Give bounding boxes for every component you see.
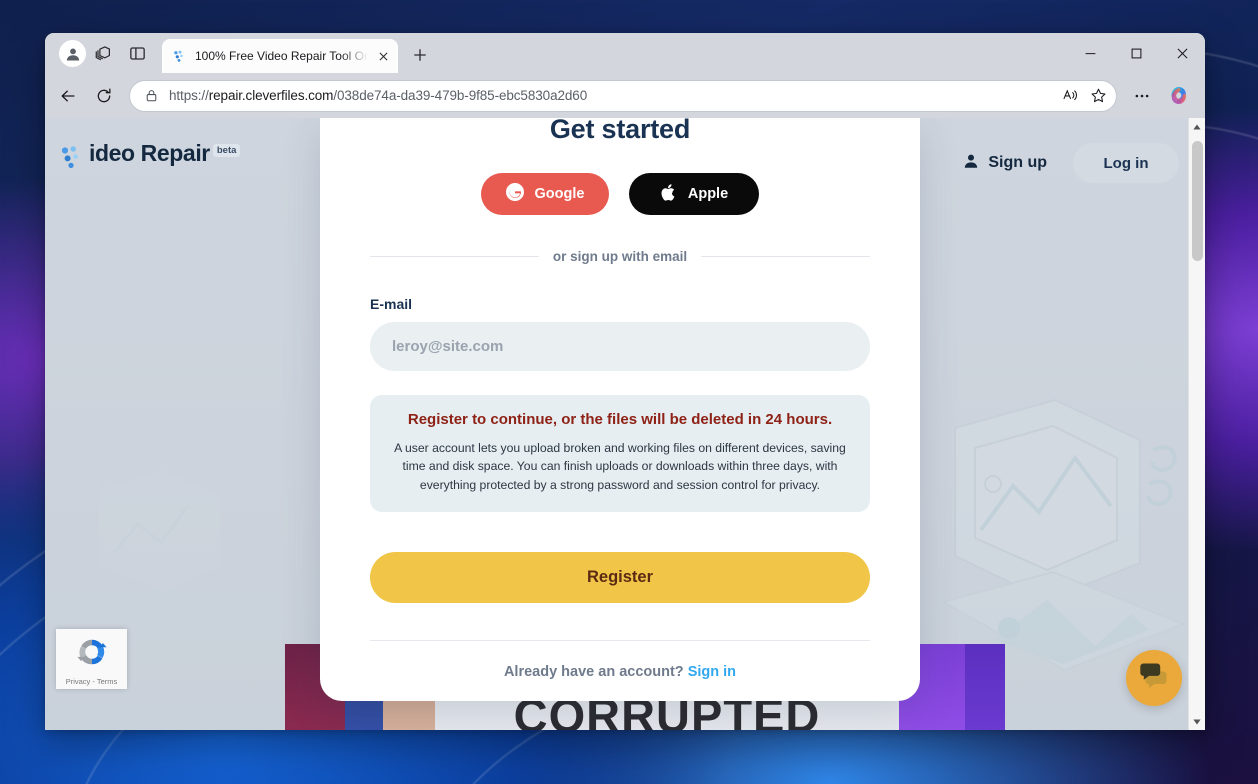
footer-divider bbox=[370, 640, 870, 642]
new-tab-button[interactable] bbox=[405, 40, 435, 70]
browser-tab-title: 100% Free Video Repair Tool Onli bbox=[195, 49, 368, 63]
refresh-button[interactable] bbox=[87, 79, 121, 113]
bg-headline-text: CORRUPTED bbox=[513, 689, 821, 730]
signin-link[interactable]: Sign in bbox=[688, 664, 736, 680]
notice-title: Register to continue, or the files will … bbox=[407, 411, 833, 428]
split-screen-icon[interactable] bbox=[120, 36, 154, 70]
divider-text: or sign up with email bbox=[552, 249, 688, 264]
browser-tab[interactable]: 100% Free Video Repair Tool Onli bbox=[162, 39, 398, 73]
decor-illustration-watermark bbox=[87, 441, 247, 621]
site-logo[interactable]: ideo Repair beta bbox=[60, 140, 241, 177]
browser-toolbar: https://repair.cleverfiles.com/038de74a-… bbox=[45, 73, 1205, 118]
divider-line bbox=[370, 256, 539, 257]
email-field-label: E-mail bbox=[370, 296, 413, 312]
recaptcha-text: Privacy - Terms bbox=[65, 677, 118, 686]
scroll-up-arrow-icon[interactable] bbox=[1189, 118, 1206, 135]
favorite-star-icon[interactable] bbox=[1084, 82, 1112, 110]
divider-line bbox=[701, 256, 871, 257]
address-bar[interactable]: https://repair.cleverfiles.com/038de74a-… bbox=[129, 79, 1117, 112]
social-login-group: Google Apple bbox=[370, 173, 870, 215]
bg-color-swatch bbox=[965, 644, 1005, 730]
signin-prompt: Already have an account? bbox=[503, 664, 684, 681]
window-controls bbox=[1067, 33, 1205, 73]
tab-collections-icon[interactable] bbox=[86, 36, 120, 70]
back-button[interactable] bbox=[51, 79, 85, 113]
apple-signup-label: Apple bbox=[687, 186, 729, 202]
google-signup-label: Google bbox=[534, 186, 585, 202]
beta-badge: beta bbox=[212, 144, 241, 157]
recaptcha-badge[interactable]: Privacy - Terms bbox=[56, 629, 127, 689]
close-window-button[interactable] bbox=[1159, 33, 1205, 73]
read-aloud-icon[interactable] bbox=[1056, 82, 1084, 110]
profile-avatar-icon[interactable] bbox=[59, 40, 86, 67]
signup-link[interactable]: Sign up bbox=[963, 153, 1047, 174]
login-button[interactable]: Log in bbox=[1073, 143, 1179, 183]
apple-signup-button[interactable]: Apple bbox=[629, 173, 759, 215]
signup-label: Sign up bbox=[988, 154, 1047, 171]
page-scrollbar[interactable] bbox=[1188, 118, 1205, 730]
register-button[interactable]: Register bbox=[370, 552, 870, 604]
page-viewport: CORRUPTED ideo Repair beta Sign up Log i… bbox=[45, 118, 1205, 730]
person-icon bbox=[963, 153, 979, 174]
recaptcha-icon bbox=[75, 635, 109, 674]
video-repair-favicon bbox=[172, 48, 188, 64]
settings-more-icon[interactable] bbox=[1125, 79, 1159, 113]
browser-window: 100% Free Video Repair Tool Onli https:/… bbox=[45, 33, 1205, 730]
email-input[interactable] bbox=[370, 322, 870, 371]
google-signup-button[interactable]: Google bbox=[481, 173, 609, 215]
address-bar-url: https://repair.cleverfiles.com/038de74a-… bbox=[169, 88, 588, 103]
maximize-button[interactable] bbox=[1113, 33, 1159, 73]
chat-widget-button[interactable] bbox=[1126, 650, 1182, 706]
google-icon bbox=[505, 183, 524, 205]
desktop-wallpaper: 100% Free Video Repair Tool Onli https:/… bbox=[0, 0, 1258, 784]
minimize-button[interactable] bbox=[1067, 33, 1113, 73]
site-auth-controls: Sign up Log in bbox=[963, 143, 1179, 183]
signup-modal: Get started Google Apple or sign up with… bbox=[320, 118, 920, 701]
registration-notice: Register to continue, or the files will … bbox=[370, 395, 870, 513]
close-tab-icon[interactable] bbox=[375, 48, 392, 65]
apple-icon bbox=[660, 183, 677, 206]
scrollbar-thumb[interactable] bbox=[1191, 141, 1203, 261]
lock-icon bbox=[142, 87, 160, 105]
notice-body: A user account lets you upload broken an… bbox=[394, 440, 846, 492]
signin-footer: Already have an account? Sign in bbox=[370, 664, 870, 680]
email-divider: or sign up with email bbox=[370, 249, 871, 264]
scroll-down-arrow-icon[interactable] bbox=[1189, 713, 1206, 730]
browser-tab-strip: 100% Free Video Repair Tool Onli bbox=[45, 33, 1205, 73]
site-logo-wordmark: ideo Repair bbox=[89, 140, 210, 166]
video-repair-logomark-icon bbox=[60, 144, 88, 177]
modal-heading: Get started bbox=[549, 118, 691, 144]
scrollbar-track[interactable] bbox=[1189, 135, 1206, 713]
copilot-icon[interactable] bbox=[1161, 79, 1195, 113]
chat-bubbles-icon bbox=[1139, 662, 1169, 695]
